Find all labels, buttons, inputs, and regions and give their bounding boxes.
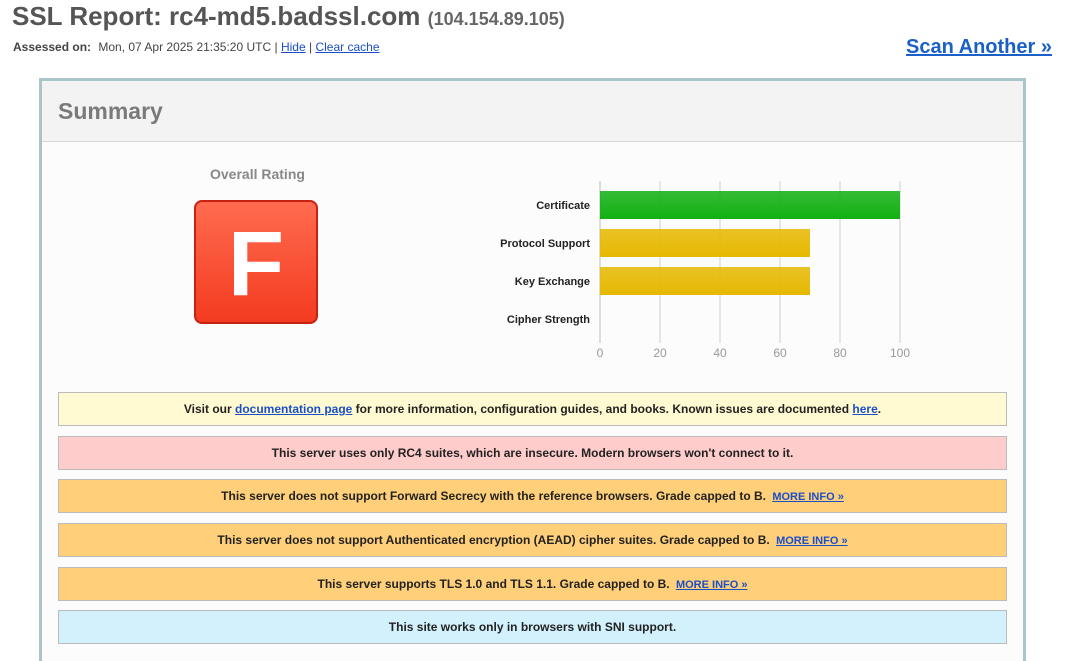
x-tick-label: 20 <box>653 346 667 360</box>
clear-cache-link[interactable]: Clear cache <box>315 40 379 54</box>
summary-title: Summary <box>58 98 163 124</box>
notice-text: This server does not support Authenticat… <box>217 533 774 547</box>
notice-text: This site works only in browsers with SN… <box>388 620 677 634</box>
grade-badge: F <box>194 200 318 324</box>
bar-key-exchange <box>600 267 810 295</box>
summary-header: Summary <box>42 81 1023 142</box>
report-title: SSL Report: rc4-md5.badssl.com (104.154.… <box>12 1 565 32</box>
notice-orange: This server does not support Authenticat… <box>58 523 1007 557</box>
notice-text: Visit our <box>183 402 235 416</box>
more-info-link[interactable]: MORE INFO » <box>772 491 844 503</box>
separator: | <box>274 40 278 54</box>
notice-link[interactable]: documentation page <box>235 402 352 416</box>
more-info-link[interactable]: MORE INFO » <box>776 535 848 547</box>
report-host: rc4-md5.badssl.com <box>168 1 421 31</box>
notice-text: This server supports TLS 1.0 and TLS 1.1… <box>317 577 673 591</box>
scan-another-link[interactable]: Scan Another » <box>906 36 1052 59</box>
bar-certificate <box>600 191 900 219</box>
notice-red: This server uses only RC4 suites, which … <box>58 436 1007 470</box>
category-label: Protocol Support <box>500 238 590 250</box>
notice-text: This server uses only RC4 suites, which … <box>271 446 794 460</box>
hide-link[interactable]: Hide <box>281 40 306 54</box>
notice-orange: This server does not support Forward Sec… <box>58 479 1007 513</box>
notice-yellow: Visit our documentation page for more in… <box>58 392 1007 426</box>
notice-text: This server does not support Forward Sec… <box>221 489 770 503</box>
assessed-value: Mon, 07 Apr 2025 21:35:20 UTC <box>98 40 272 54</box>
x-tick-label: 100 <box>890 346 910 360</box>
assessed-label: Assessed on: <box>13 40 92 54</box>
category-label: Cipher Strength <box>507 314 590 326</box>
notice-link[interactable]: here <box>852 402 877 416</box>
notice-text: . <box>877 402 882 416</box>
category-label: Key Exchange <box>515 276 590 288</box>
separator: | <box>309 40 313 54</box>
summary-panel: Summary Overall Rating F 0 20 40 60 80 100 Cer… <box>39 78 1026 661</box>
assessed-line: Assessed on: Mon, 07 Apr 2025 21:35:20 U… <box>13 40 380 54</box>
category-label: Certificate <box>536 200 590 212</box>
x-tick-label: 80 <box>833 346 847 360</box>
notice-text: for more information, configuration guid… <box>352 402 853 416</box>
report-title-prefix: SSL Report: <box>12 1 169 31</box>
x-tick-label: 60 <box>773 346 787 360</box>
notice-orange: This server supports TLS 1.0 and TLS 1.1… <box>58 567 1007 601</box>
report-ip: (104.154.89.105) <box>427 9 565 29</box>
x-tick-label: 0 <box>597 346 604 360</box>
overall-rating-label: Overall Rating <box>210 166 305 182</box>
rating-chart: 0 20 40 60 80 100 Certificate Protocol Support K… <box>500 181 910 360</box>
notice-blue: This site works only in browsers with SN… <box>58 610 1007 644</box>
bar-protocol-support <box>600 229 810 257</box>
x-tick-label: 40 <box>713 346 727 360</box>
more-info-link[interactable]: MORE INFO » <box>676 579 748 591</box>
